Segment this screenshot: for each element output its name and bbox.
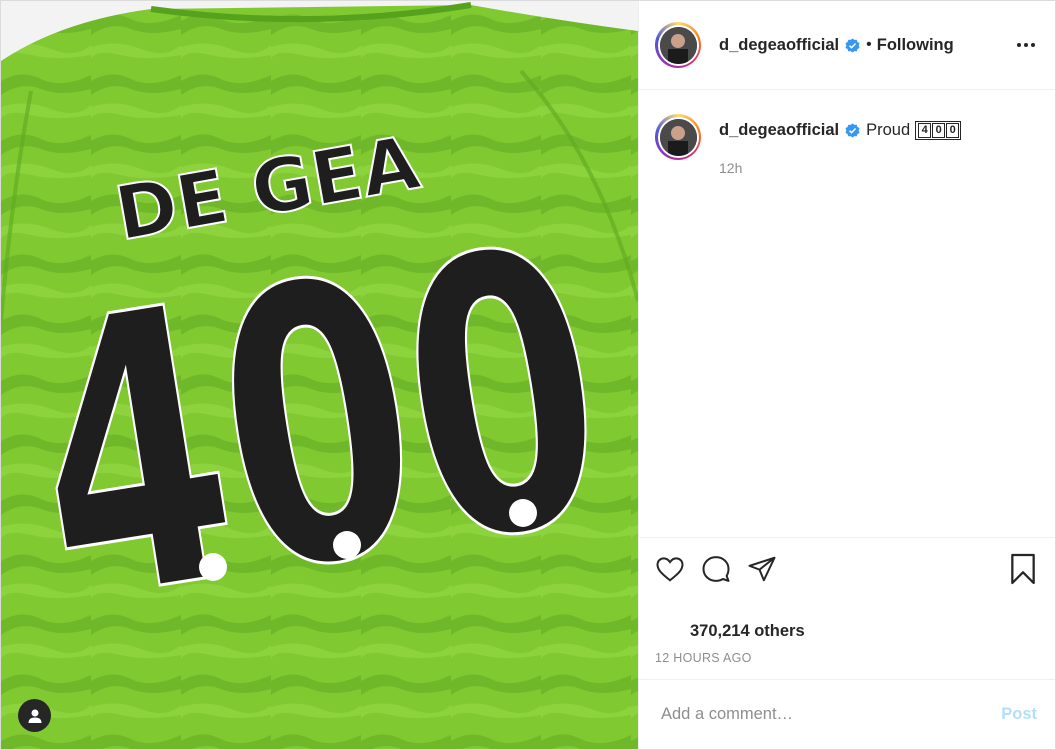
jersey-photo: DE GEA 400 — [1, 1, 638, 749]
post-image[interactable]: DE GEA 400 — [1, 1, 638, 749]
profile-photo-icon — [659, 118, 697, 156]
user-tag-button[interactable] — [18, 699, 51, 732]
comment-input[interactable] — [659, 704, 1002, 725]
caption: d_degeaofficial Proud 4 0 0 12h — [655, 114, 1039, 176]
profile-photo-icon — [659, 26, 697, 64]
separator-dot: • — [866, 36, 872, 53]
boxed-digit: 0 — [946, 123, 960, 138]
actions-area: 370,214 others 12 HOURS AGO — [639, 537, 1055, 665]
save-button[interactable] — [1009, 553, 1037, 585]
add-comment-bar: Post — [639, 679, 1055, 749]
action-bar — [655, 552, 1039, 586]
comment-icon — [702, 556, 730, 582]
bookmark-icon — [1011, 553, 1035, 585]
caption-time[interactable]: 12h — [719, 160, 961, 176]
svg-text:400: 400 — [7, 164, 629, 689]
instagram-post: DE GEA 400 d_degeaofficial • Following d… — [0, 0, 1056, 750]
post-comment-button[interactable]: Post — [1001, 705, 1037, 724]
boxed-digits-emoji: 4 0 0 — [915, 121, 962, 140]
heart-icon — [656, 557, 684, 582]
more-options-icon[interactable] — [1017, 43, 1035, 47]
caption-avatar[interactable] — [655, 114, 701, 160]
user-tag-icon — [28, 709, 41, 723]
share-icon — [748, 556, 776, 582]
verified-badge-icon — [845, 37, 860, 53]
comment-button[interactable] — [701, 554, 731, 584]
post-timestamp[interactable]: 12 HOURS AGO — [655, 651, 1039, 665]
share-button[interactable] — [747, 554, 777, 584]
avatar[interactable] — [655, 22, 701, 68]
jersey-number-print: 400 — [5, 163, 630, 691]
likes-count[interactable]: 370,214 others — [690, 622, 1039, 641]
caption-text: Proud — [866, 121, 911, 139]
post-header: d_degeaofficial • Following — [639, 1, 1055, 90]
author-username[interactable]: d_degeaofficial — [719, 36, 839, 55]
boxed-digit: 0 — [932, 123, 946, 138]
like-button[interactable] — [655, 554, 685, 584]
comments-section: d_degeaofficial Proud 4 0 0 12h — [639, 90, 1055, 537]
post-sidebar: d_degeaofficial • Following d_degeaoffic… — [638, 1, 1055, 749]
following-button[interactable]: Following — [877, 36, 954, 55]
verified-badge-icon — [845, 123, 860, 138]
boxed-digit: 4 — [918, 123, 932, 138]
caption-username[interactable]: d_degeaofficial — [719, 121, 839, 140]
